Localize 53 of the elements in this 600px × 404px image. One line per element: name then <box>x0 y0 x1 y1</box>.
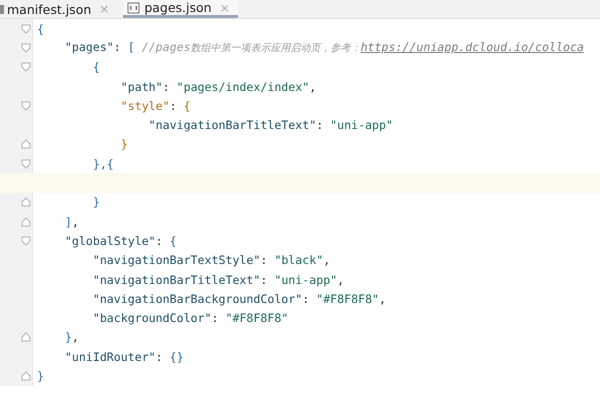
json-key: "uniIdRouter" <box>37 350 156 364</box>
punctuation: , <box>309 80 316 94</box>
punctuation: : <box>260 253 268 268</box>
bracket: {} <box>170 350 184 364</box>
json-key: "navigationBarBackgroundColor" <box>37 292 302 306</box>
json-key: "backgroundColor" <box>37 311 212 326</box>
json-key: "navigationBarTitleText" <box>37 272 260 286</box>
bracket: },{ <box>92 156 114 171</box>
punctuation: , <box>379 292 386 306</box>
json-key: "globalStyle" <box>37 234 156 248</box>
punctuation: : <box>260 272 268 286</box>
punctuation: : <box>114 40 122 54</box>
punctuation: : <box>156 350 164 364</box>
punctuation: : <box>302 292 310 306</box>
bracket: [ <box>128 40 135 54</box>
punctuation: , <box>72 330 79 344</box>
json-string: "uni-app" <box>330 118 393 132</box>
punctuation: : <box>156 234 164 248</box>
comment-link[interactable]: https://uniapp.dcloud.io/colloca <box>360 40 584 54</box>
json-key: "pages" <box>37 40 114 54</box>
json-string: "#F8F8F8" <box>225 311 288 326</box>
code-comment: //pages <box>140 40 191 54</box>
code-comment: 数组中第一项表示应用启动页，参考： <box>190 42 361 56</box>
punctuation: : <box>162 80 171 94</box>
punctuation: : <box>212 311 220 326</box>
close-icon[interactable]: × <box>99 2 110 16</box>
json-key: "navigationBarTextStyle" <box>37 253 260 268</box>
json-string: "black" <box>274 253 324 268</box>
json-key: "path" <box>37 80 163 94</box>
json-string: "#F8F8F8" <box>316 292 380 306</box>
punctuation: , <box>337 272 344 286</box>
matched-bracket: "style" <box>120 98 170 113</box>
bracket: { <box>170 234 177 248</box>
json-file-icon <box>127 2 140 14</box>
json-key: "navigationBarTitleText" <box>37 118 316 132</box>
punctuation: , <box>72 214 79 229</box>
punctuation: , <box>323 253 330 268</box>
bracket: { <box>92 60 100 74</box>
matched-bracket: } <box>120 137 128 152</box>
punctuation: : <box>170 98 178 113</box>
editor-tab[interactable]: manifest.json × <box>5 0 118 18</box>
bracket: } <box>64 330 72 344</box>
close-icon[interactable]: × <box>220 0 230 14</box>
bracket: } <box>37 368 44 383</box>
bracket: ] <box>64 214 72 229</box>
json-string: "pages/index/index" <box>176 80 310 94</box>
file-icon <box>0 3 5 15</box>
json-string: "uni-app" <box>274 272 338 286</box>
bracket: { <box>37 22 44 36</box>
matched-bracket: { <box>184 98 191 113</box>
editor-tab[interactable]: pages.json × <box>123 0 238 18</box>
bracket: } <box>92 195 100 210</box>
punctuation: : <box>316 118 324 132</box>
